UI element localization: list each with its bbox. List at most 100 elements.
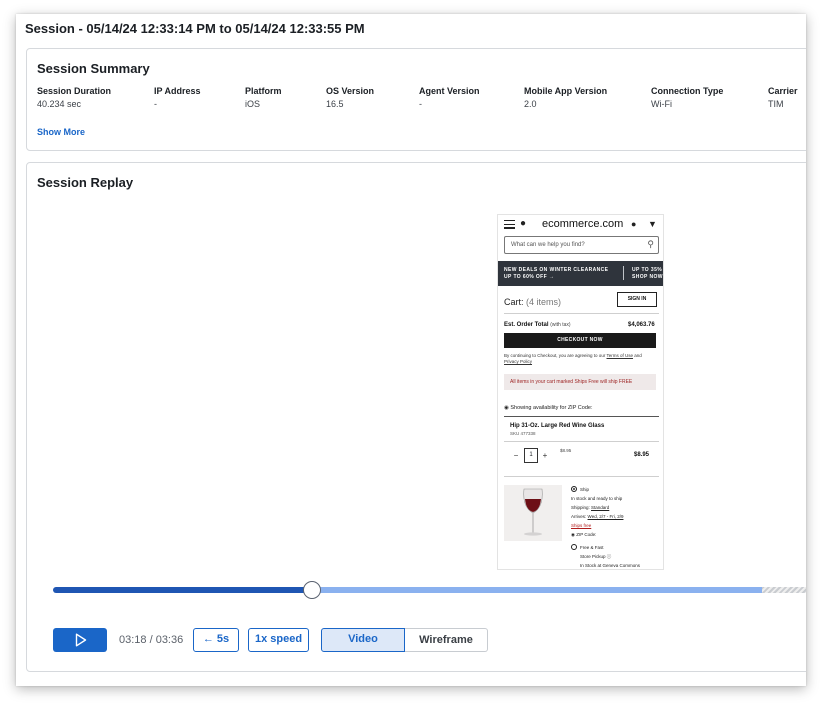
field-value: - (419, 99, 422, 109)
banner-left-line1: NEW DEALS ON WINTER CLEARANCE (504, 267, 609, 273)
location-pin-icon: ● (520, 218, 527, 229)
cart-count: (4 items) (526, 297, 562, 307)
minus-icon: − (513, 451, 519, 460)
session-replay-panel: Session Replay ● ecommerce.com ● ▼ What … (26, 162, 806, 672)
phone-promo-banner: NEW DEALS ON WINTER CLEARANCE UP TO 60% … (498, 261, 663, 286)
product-image (504, 485, 562, 541)
field-value: Wi-Fi (651, 99, 672, 109)
field-label: Agent Version (419, 86, 480, 96)
summary-field-carrier: Carrier TIM (768, 86, 798, 109)
arrives-label: Arrives: (571, 514, 587, 519)
field-value: TIM (768, 99, 784, 109)
shipping-value: Standard (591, 505, 610, 510)
phone-divider (504, 416, 659, 417)
session-summary-panel: Session Summary Session Duration 40.234 … (26, 48, 806, 151)
field-label: Platform (245, 86, 282, 96)
field-value: 2.0 (524, 99, 537, 109)
ship-option: Ship (580, 487, 590, 492)
user-icon: ● (631, 219, 637, 229)
unit-price: $8.95 (560, 448, 572, 453)
phone-brand: ecommerce.com (542, 218, 624, 230)
wine-glass-icon (523, 488, 543, 536)
timeline-buffered (312, 587, 762, 593)
pickup-option-2: Store Pickup (580, 554, 606, 559)
location-pin-icon: ◉ (504, 405, 509, 411)
phone-sign-in: SIGN IN (617, 292, 657, 307)
phone-search-placeholder: What can we help you find? (511, 242, 585, 248)
play-button[interactable] (53, 628, 107, 652)
timeline-unavailable (761, 587, 806, 593)
replay-heading: Session Replay (37, 175, 134, 190)
summary-field-app-version: Mobile App Version 2.0 (524, 86, 607, 109)
replay-phone-screen: ● ecommerce.com ● ▼ What can we help you… (497, 214, 664, 570)
phone-divider (504, 476, 659, 477)
banner-left-line2: UP TO 60% OFF → (504, 274, 555, 280)
terms-and: and (634, 353, 642, 358)
shipping-options: Ship In stock and ready to ship Shipping… (571, 485, 661, 569)
privacy-link: Privacy Policy (504, 359, 533, 364)
field-label: Session Duration (37, 86, 112, 96)
est-label: Est. Order Total (504, 322, 549, 328)
est-order-label: Est. Order Total (with tax) (504, 322, 571, 328)
cart-icon: ▼ (648, 219, 657, 229)
terms-prefix: By continuing to Checkout, you are agree… (504, 353, 606, 358)
qty-value: 1 (524, 448, 538, 463)
rewind-5s-button[interactable]: ← 5s (193, 628, 239, 652)
phone-free-ship-notice: All items in your cart marked Ships Free… (504, 374, 656, 390)
location-pin-icon: ◉ (571, 532, 575, 537)
view-mode-video[interactable]: Video (321, 628, 405, 652)
field-value: 16.5 (326, 99, 344, 109)
phone-terms: By continuing to Checkout, you are agree… (504, 353, 654, 365)
playback-speed-button[interactable]: 1x speed (248, 628, 309, 652)
radio-selected-icon (571, 486, 577, 492)
est-order-value: $4,063.76 (628, 322, 655, 328)
menu-icon (504, 220, 515, 229)
search-icon: ⚲ (647, 239, 654, 249)
zip-label: ZIP Code: (576, 532, 597, 537)
pickup-option: Free & Fast (580, 545, 604, 550)
field-label: Connection Type (651, 86, 724, 96)
availability-text: Showing availability for ZIP Code: (510, 405, 593, 411)
field-label: IP Address (154, 86, 201, 96)
ships-free: Ships free (571, 523, 592, 528)
line-price: $8.95 (634, 452, 650, 458)
summary-heading: Session Summary (37, 61, 150, 76)
session-title: Session - 05/14/24 12:33:14 PM to 05/14/… (25, 21, 365, 36)
est-note: (with tax) (550, 322, 571, 328)
play-icon (75, 633, 87, 647)
show-more-link[interactable]: Show More (37, 127, 85, 137)
session-window: Session - 05/14/24 12:33:14 PM to 05/14/… (16, 14, 806, 686)
radio-empty-icon (571, 544, 577, 550)
cart-label: Cart: (504, 297, 524, 307)
summary-field-ip: IP Address - (154, 86, 201, 109)
timeline-played (53, 587, 313, 593)
product-sku: SKU 477338 (510, 431, 536, 436)
summary-field-os-version: OS Version 16.5 (326, 86, 374, 109)
help-icon: ⓘ (606, 554, 612, 559)
phone-cart-title: Cart: (4 items) (504, 297, 561, 307)
terms-link: Terms of Use (606, 353, 634, 358)
summary-field-platform: Platform iOS (245, 86, 282, 109)
field-label: Carrier (768, 86, 798, 96)
phone-header: ● ecommerce.com ● ▼ (498, 215, 663, 237)
field-value: iOS (245, 99, 261, 109)
phone-divider (504, 441, 659, 442)
phone-checkout: CHECKOUT NOW (504, 333, 656, 348)
phone-availability: ◉ Showing availability for ZIP Code: (504, 405, 592, 411)
field-value: - (154, 99, 157, 109)
shipping-label: Shipping: (571, 505, 590, 510)
field-label: OS Version (326, 86, 375, 96)
field-label: Mobile App Version (524, 86, 608, 96)
arrives-value: Wed, 2/7 - Fri, 2/9 (587, 514, 624, 519)
view-mode-wireframe[interactable]: Wireframe (405, 628, 488, 652)
replay-timeline[interactable] (53, 581, 806, 599)
playback-time: 03:18 / 03:36 (119, 634, 184, 646)
plus-icon: + (542, 451, 548, 460)
banner-right-line1: UP TO 35% (632, 267, 663, 273)
summary-field-agent-version: Agent Version - (419, 86, 480, 109)
banner-divider (623, 266, 624, 280)
summary-field-duration: Session Duration 40.234 sec (37, 86, 111, 109)
product-name: Hip 31-Oz. Large Red Wine Glass (510, 423, 605, 429)
banner-right-line2: SHOP NOW (632, 274, 663, 280)
summary-field-connection-type: Connection Type Wi-Fi (651, 86, 723, 109)
